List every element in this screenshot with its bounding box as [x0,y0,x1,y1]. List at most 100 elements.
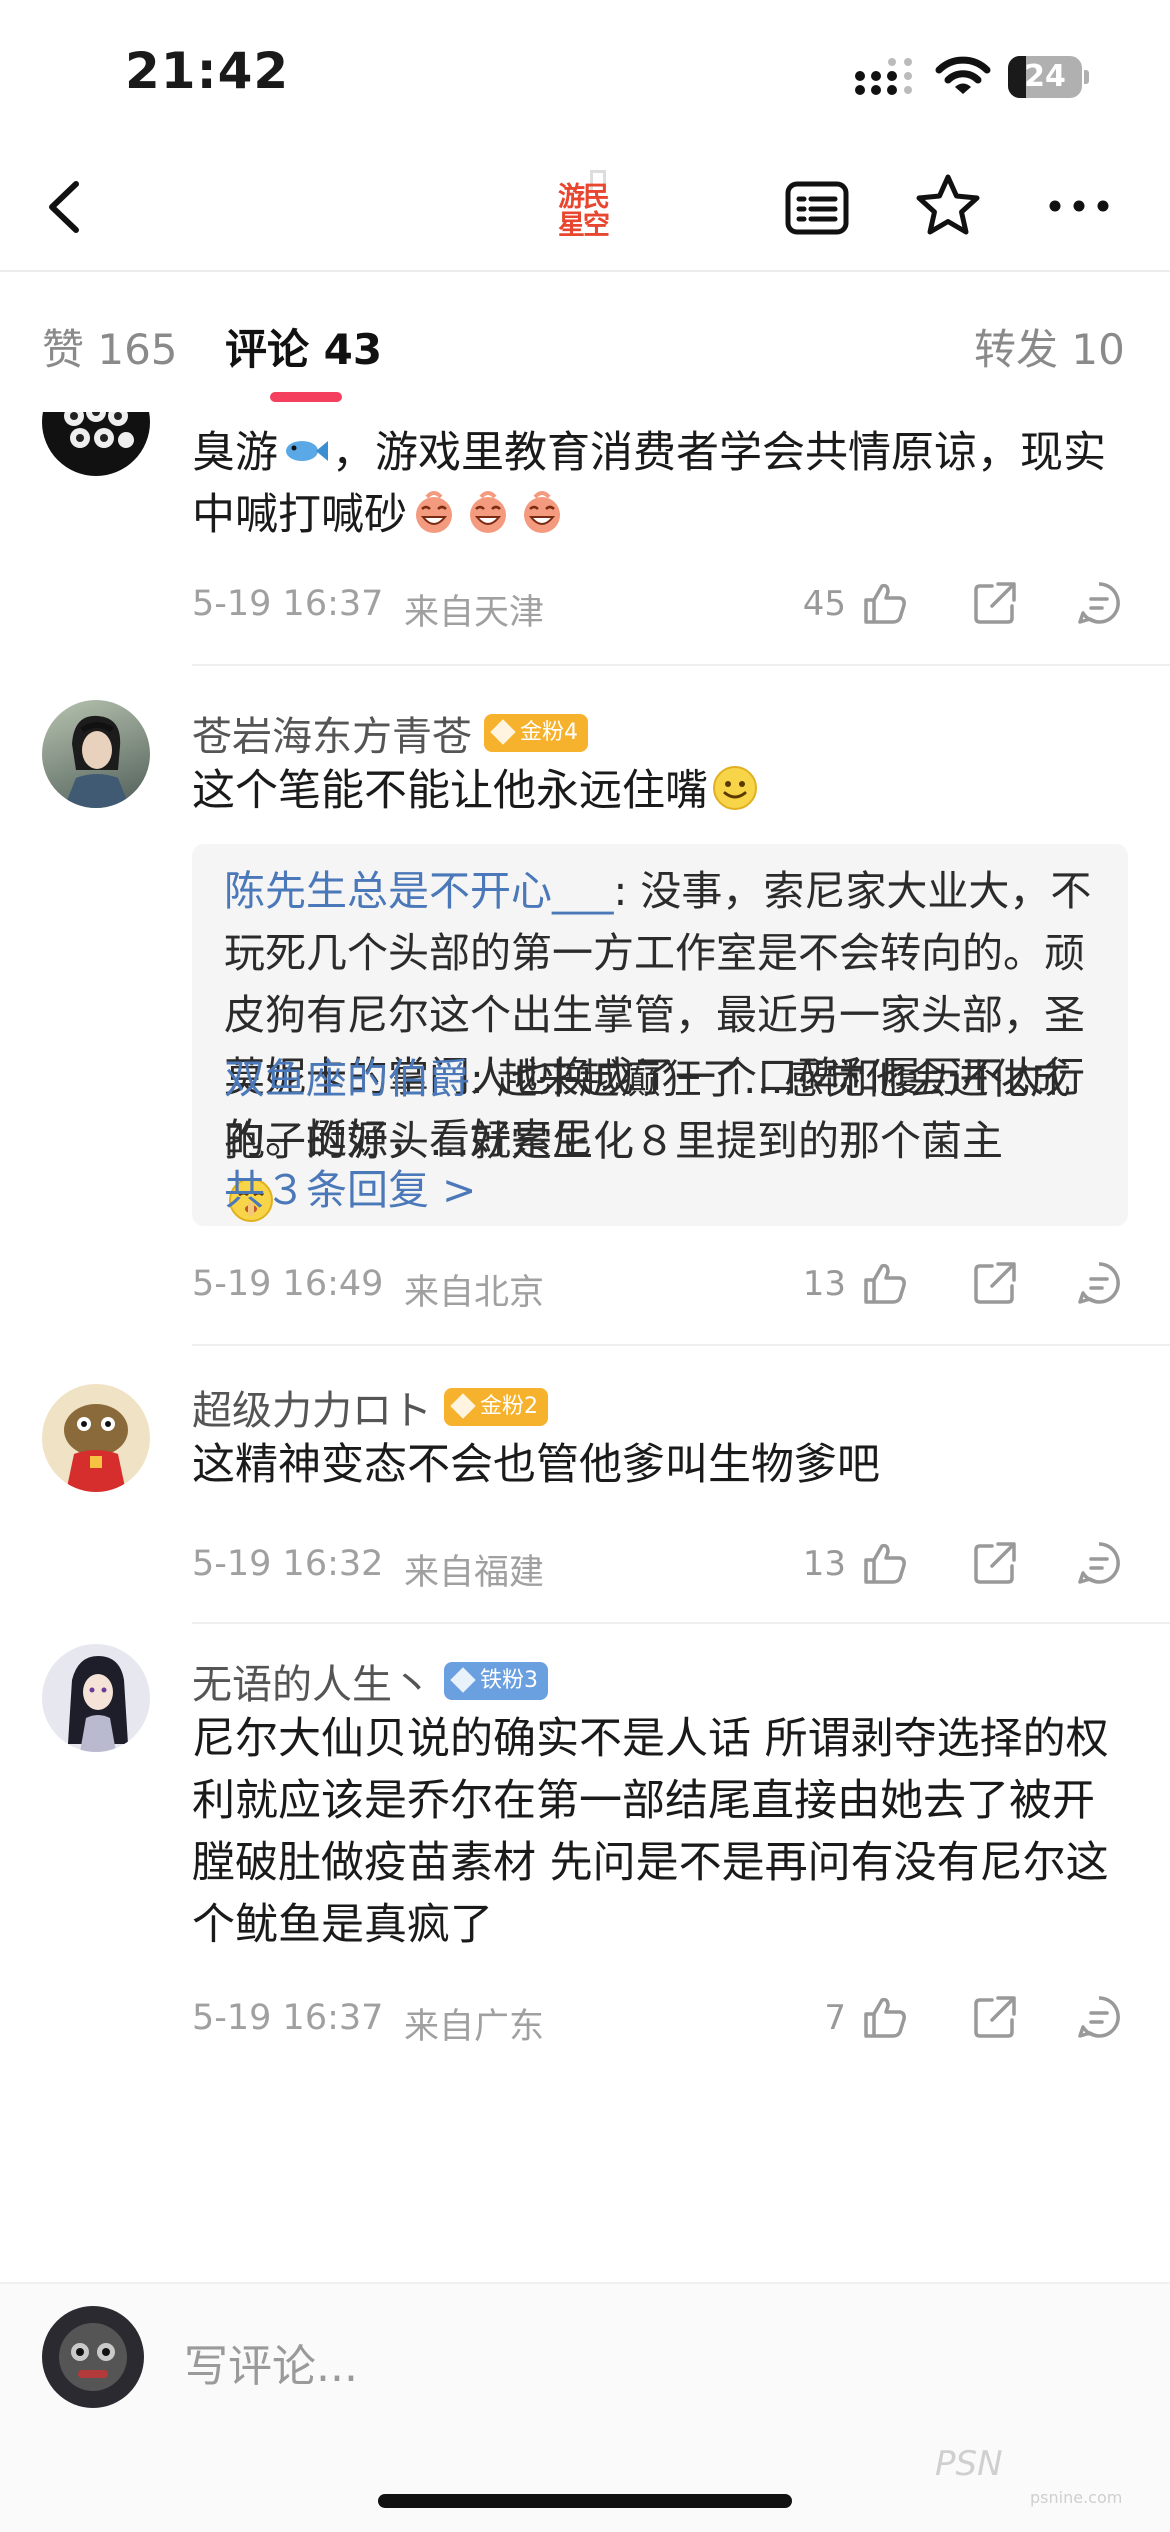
comment-list[interactable]: 臭游 ，游戏里教育消费者学会共情原谅，现实中喊打喊砂 5-19 16:37 来自天… [0,412,1170,2282]
comment-time: 5-19 16:49 [192,1264,384,1304]
wifi-icon [935,56,991,94]
reply-preview-box[interactable]: 陈先生总是不开心___: 没事，索尼家大业大，不玩死几个头部的第一方工作室是不会… [192,844,1128,1226]
comment-location: 来自广东 [404,2007,545,2047]
divider [192,1344,1170,1346]
fish-emoji-icon [286,441,328,461]
reply-author[interactable]: 双鱼座的伯爵 [224,1055,470,1103]
comment-location: 来自福建 [404,1553,545,1593]
avatar[interactable] [42,700,150,808]
comment-time: 5-19 16:37 [192,584,384,624]
fan-level-label: 铁粉3 [480,1668,538,1693]
avatar-image [68,1656,128,1752]
fan-level-badge: 金粉2 [444,1388,548,1426]
smile-emoji-icon [713,766,757,810]
tab-comments[interactable]: 评论 43 [225,316,382,377]
active-tab-indicator [270,392,342,402]
comment-text: 臭游 ，游戏里教育消费者学会共情原谅，现实中喊打喊砂 [192,422,1132,546]
like-count: 13 [802,1544,846,1584]
thumbs-up-icon[interactable] [860,1538,910,1588]
divider [192,664,1170,666]
comment-meta: 5-19 16:32 来自福建 13 [192,1534,1132,1594]
cellular-signal-icon [855,58,912,95]
reply-icon[interactable] [1074,1258,1124,1308]
comment-text-part: 这精神变态不会也管他爹叫生物爹吧 [192,1440,880,1490]
logo-line-2: 星空 [558,210,610,241]
watermark-sub: psnine.com [1030,2488,1123,2507]
reader-mode-icon[interactable] [784,176,850,240]
battery-icon: 24 [1008,56,1089,98]
laughing-emoji-icon [524,491,560,533]
badge-gem-icon [490,719,516,745]
comment-meta: 5-19 16:37 来自天津 45 [192,574,1132,634]
fan-level-label: 金粉2 [480,1394,538,1419]
reply-author[interactable]: 陈先生总是不开心___ [224,867,614,915]
comment-composer: 写评论... PSN psnine.com [0,2282,1170,2532]
avatar-image [59,2323,127,2391]
username[interactable]: 超级力力ロト [192,1378,432,1436]
watermark-logo: PSN psnine.com [935,2444,1165,2524]
comment-text: 这精神变态不会也管他爹叫生物爹吧 [192,1434,1132,1496]
comment-meta: 5-19 16:37 来自广东 7 [192,1988,1132,2048]
share-icon[interactable] [970,578,1020,628]
like-count: 45 [802,584,846,624]
like-count: 7 [824,1998,846,2038]
back-icon[interactable] [36,172,96,242]
logo-seal: 游民 星空 [554,184,612,242]
comment-time: 5-19 16:32 [192,1544,384,1584]
avatar-image [64,715,130,808]
thumbs-up-icon[interactable] [860,1258,910,1308]
laughing-emoji-icon [416,491,452,533]
avatar-image [64,1404,128,1492]
fan-level-badge: 铁粉3 [444,1662,548,1700]
reply-icon[interactable] [1074,578,1124,628]
engagement-tabs: 赞 165 评论 43 转发 10 [0,272,1170,412]
status-bar: 21:42 24 [0,0,1170,150]
comment-text-part: 这个笔能不能让他永远住嘴 [192,766,708,816]
share-icon[interactable] [970,1258,1020,1308]
comment-text-part: 尼尔大仙贝说的确实不是人话 所谓剥夺选择的权利就应该是乔尔在第一部结尾直接由她去… [192,1714,1109,1950]
comment-meta: 5-19 16:49 来自北京 13 [192,1254,1132,1314]
username[interactable]: 苍岩海东方青苍 [192,704,472,762]
thumbs-up-icon[interactable] [860,578,910,628]
comment-location: 来自天津 [404,593,545,633]
home-indicator [378,2494,792,2508]
reply-icon[interactable] [1074,1538,1124,1588]
username[interactable]: 无语的人生丶 [192,1652,432,1710]
brand-logo[interactable]: 游民 星空 [550,164,620,244]
comment-input[interactable]: 写评论... [184,2330,358,2394]
more-options-icon[interactable] [1046,180,1112,232]
status-time: 21:42 [125,42,290,100]
fan-level-label: 金粉4 [520,720,578,745]
logo-line-1: 游民 [558,182,610,213]
thumbs-up-icon[interactable] [860,1992,910,2042]
tab-likes[interactable]: 赞 165 [42,316,178,377]
avatar[interactable] [42,1384,150,1492]
share-icon[interactable] [970,1992,1020,2042]
comment-text-part: 臭游 [192,428,278,478]
laughing-emoji-icon [470,491,506,533]
watermark-main: PSN [935,2444,1003,2484]
comment-text: 这个笔能不能让他永远住嘴 [192,760,1132,822]
comment-name-row: 苍岩海东方青苍 金粉4 [192,704,588,760]
comment-name-row: 无语的人生丶 铁粉3 [192,1652,548,1708]
comment-time: 5-19 16:37 [192,1998,384,2038]
avatar[interactable] [42,412,150,476]
comment-text: 尼尔大仙贝说的确实不是人话 所谓剥夺选择的权利就应该是乔尔在第一部结尾直接由她去… [192,1708,1132,1956]
view-all-replies-link[interactable]: 共３条回复 > [224,1156,476,1216]
my-avatar[interactable] [42,2306,144,2408]
battery-percent: 24 [1024,59,1066,94]
tab-reposts[interactable]: 转发 10 [974,316,1125,377]
badge-gem-icon [450,1393,476,1419]
share-icon[interactable] [970,1538,1020,1588]
favorite-star-icon[interactable] [914,172,982,240]
avatar[interactable] [42,1644,150,1752]
badge-gem-icon [450,1667,476,1693]
comment-name-row: 超级力力ロト 金粉2 [192,1378,548,1434]
avatar-image [64,412,134,448]
comment-location: 来自北京 [404,1273,545,1313]
like-count: 13 [802,1264,846,1304]
divider [192,1622,1170,1624]
fan-level-badge: 金粉4 [484,714,588,752]
nav-bar: 游民 星空 [0,150,1170,272]
reply-icon[interactable] [1074,1992,1124,2042]
